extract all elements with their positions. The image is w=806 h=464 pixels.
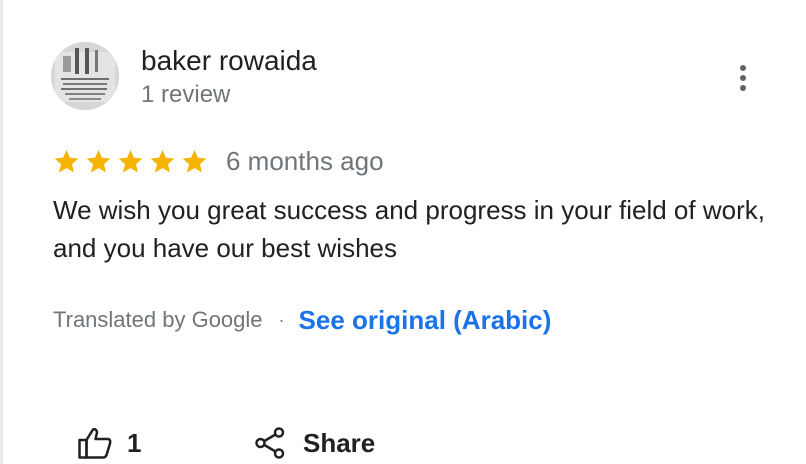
star-rating — [53, 148, 208, 175]
review-time: 6 months ago — [226, 146, 384, 176]
more-vert-icon-dot — [740, 75, 746, 81]
star-icon — [86, 149, 111, 172]
more-vert-icon — [740, 65, 746, 71]
author-name[interactable]: baker rowaida — [141, 45, 317, 77]
see-original-link[interactable]: See original (Arabic) — [299, 305, 552, 336]
share-label: Share — [303, 427, 376, 458]
star-icon — [118, 149, 143, 172]
avatar[interactable] — [51, 42, 119, 110]
star-icon — [150, 149, 175, 172]
share-icon — [255, 427, 285, 459]
review-card: baker rowaida 1 review 6 months ago We w… — [0, 0, 806, 464]
share-button[interactable]: Share — [253, 423, 375, 463]
star-icon — [182, 149, 207, 172]
author-review-count: 1 review — [141, 81, 231, 108]
review-text: We wish you great success and progress i… — [53, 195, 765, 263]
like-button[interactable]: 1 — [77, 423, 141, 463]
star-icon — [54, 149, 79, 172]
translated-by-label: Translated by Google — [53, 307, 263, 332]
more-vert-icon-dot — [740, 85, 746, 91]
avatar-image — [51, 42, 119, 110]
rating-row: 6 months ago — [53, 144, 384, 178]
more-options-button[interactable] — [727, 60, 759, 96]
like-count: 1 — [127, 427, 142, 458]
thumb-up-icon — [78, 428, 112, 459]
separator-dot: · — [278, 309, 285, 330]
translation-row: Translated by Google · See original (Ara… — [53, 304, 551, 336]
